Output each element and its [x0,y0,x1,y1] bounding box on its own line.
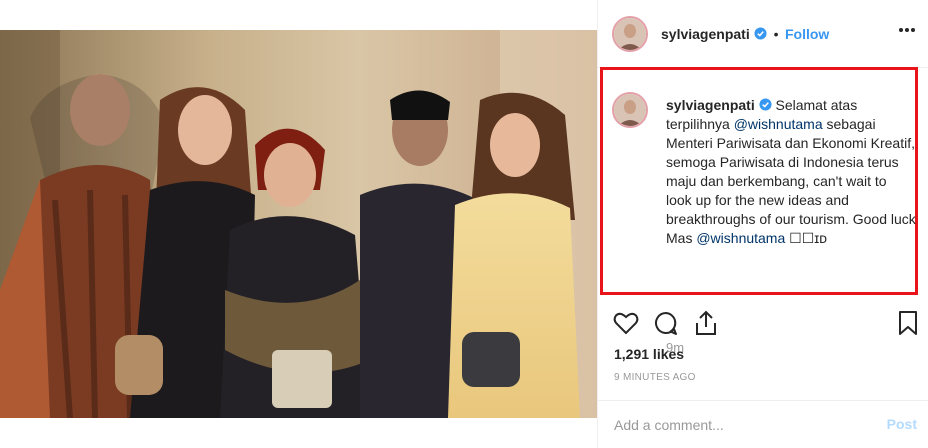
heart-icon[interactable] [612,309,640,337]
share-icon[interactable] [692,309,720,337]
avatar[interactable] [612,16,648,52]
caption-part: ☐☐ɪᴅ [785,230,827,246]
caption-avatar[interactable] [612,92,648,128]
comment-bar: Post [598,400,928,448]
caption-highlight: sylviagenpati Selamat atas terpilihnya @… [600,67,918,355]
like-count[interactable]: 1,291 likes [614,346,684,362]
caption-part: sebagai Menteri Pariwisata dan Ekonomi K… [666,116,916,246]
action-bar [598,309,928,341]
post-comment-button[interactable]: Post [887,416,917,432]
mention-link[interactable]: @wishnutama [696,230,785,246]
more-options-icon[interactable] [897,26,917,34]
comment-icon[interactable] [652,309,680,337]
follow-button[interactable]: Follow [785,26,829,42]
follow-separator: • [773,26,779,42]
verified-badge-icon [754,27,767,40]
mention-link[interactable]: @wishnutama [734,116,823,132]
post-header: sylviagenpati • Follow [598,0,928,68]
comment-input[interactable] [614,413,864,437]
caption-username[interactable]: sylviagenpati [666,97,755,113]
verified-badge-icon [759,98,772,111]
post-photo[interactable] [0,30,597,418]
post-timestamp: 9 MINUTES AGO [614,372,696,383]
bookmark-icon[interactable] [894,309,922,337]
header-user-line: sylviagenpati • Follow [661,26,829,44]
post-sidebar: sylviagenpati • Follow sylviagenpati Sel… [597,0,928,448]
post-author-username[interactable]: sylviagenpati [661,26,750,42]
caption-text: sylviagenpati Selamat atas terpilihnya @… [666,96,916,248]
